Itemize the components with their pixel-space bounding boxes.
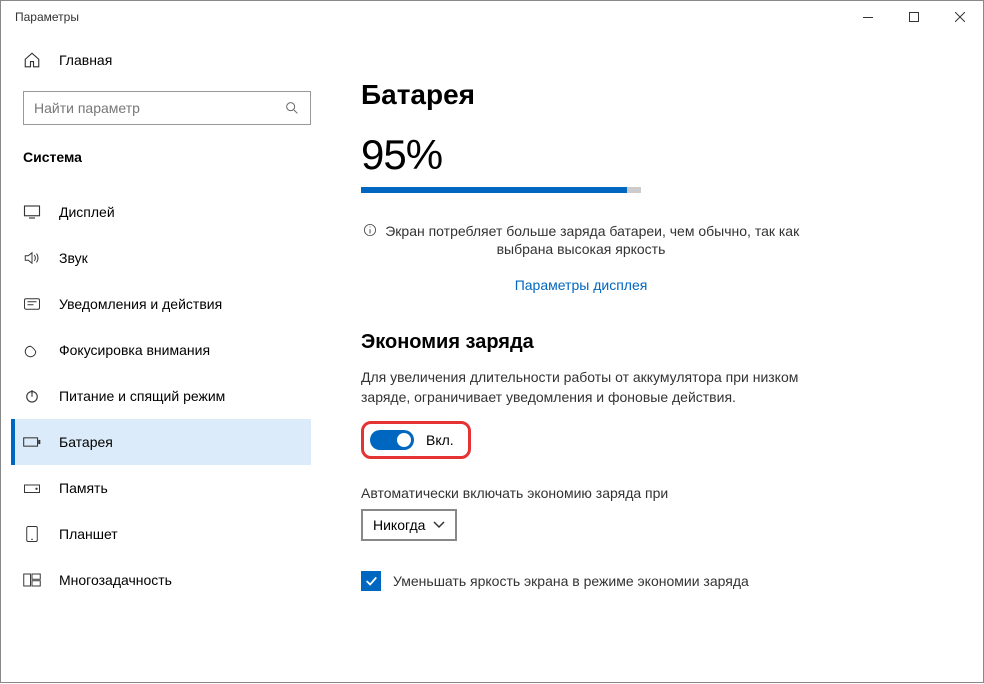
search-icon — [284, 100, 300, 116]
sidebar-item-label: Звук — [59, 250, 88, 266]
battery-saver-toggle[interactable] — [370, 430, 414, 450]
sidebar-item-battery[interactable]: Батарея — [11, 419, 311, 465]
window-controls — [845, 1, 983, 33]
sidebar-item-label: Планшет — [59, 526, 118, 542]
nav-list: Дисплей Звук Уведомления и действия Фоку… — [23, 189, 311, 603]
sidebar-item-focus[interactable]: Фокусировка внимания — [11, 327, 311, 373]
search-box[interactable] — [23, 91, 311, 125]
sidebar-item-notifications[interactable]: Уведомления и действия — [11, 281, 311, 327]
home-label: Главная — [59, 52, 112, 68]
content-pane: Батарея 95% Экран потребляет больше заря… — [321, 33, 983, 684]
battery-saver-heading: Экономия заряда — [361, 331, 943, 354]
sidebar-item-sound[interactable]: Звук — [11, 235, 311, 281]
multitask-icon — [23, 572, 41, 588]
toggle-label: Вкл. — [426, 432, 454, 448]
display-settings-link[interactable]: Параметры дисплея — [361, 277, 801, 293]
home-link[interactable]: Главная — [23, 51, 311, 69]
chevron-down-icon — [433, 521, 445, 529]
close-button[interactable] — [937, 1, 983, 33]
window-title: Параметры — [15, 10, 79, 24]
sidebar-item-power[interactable]: Питание и спящий режим — [11, 373, 311, 419]
sidebar-item-label: Питание и спящий режим — [59, 388, 225, 404]
reduce-brightness-row[interactable]: Уменьшать яркость экрана в режиме эконом… — [361, 571, 943, 591]
display-icon — [23, 204, 41, 220]
sidebar-item-label: Дисплей — [59, 204, 115, 220]
section-heading: Система — [23, 149, 311, 165]
minimize-button[interactable] — [845, 1, 891, 33]
sidebar-item-tablet[interactable]: Планшет — [11, 511, 311, 557]
sidebar-item-label: Фокусировка внимания — [59, 342, 210, 358]
battery-progress-fill — [361, 187, 627, 193]
page-title: Батарея — [361, 79, 943, 111]
sidebar-item-storage[interactable]: Память — [11, 465, 311, 511]
checkbox-label: Уменьшать яркость экрана в режиме эконом… — [393, 573, 749, 589]
sidebar-item-label: Многозадачность — [59, 572, 172, 588]
auto-enable-select[interactable]: Никогда — [361, 509, 457, 541]
battery-saver-toggle-highlight: Вкл. — [361, 421, 471, 459]
focus-icon — [23, 341, 41, 359]
battery-info: Экран потребляет больше заряда батареи, … — [361, 223, 801, 259]
sound-icon — [23, 250, 41, 266]
sidebar-item-label: Батарея — [59, 434, 113, 450]
battery-saver-desc: Для увеличения длительности работы от ак… — [361, 368, 801, 407]
battery-progress — [361, 187, 641, 193]
sidebar: Главная Система Дисплей Звук Уведомления… — [1, 33, 321, 684]
tablet-icon — [23, 525, 41, 543]
reduce-brightness-checkbox[interactable] — [361, 571, 381, 591]
sidebar-item-display[interactable]: Дисплей — [11, 189, 311, 235]
sidebar-item-label: Память — [59, 480, 108, 496]
toggle-knob — [397, 433, 411, 447]
info-text: Экран потребляет больше заряда батареи, … — [385, 223, 799, 257]
power-icon — [23, 387, 41, 405]
title-bar: Параметры — [1, 1, 983, 33]
sidebar-item-label: Уведомления и действия — [59, 296, 222, 312]
home-icon — [23, 51, 41, 69]
maximize-button[interactable] — [891, 1, 937, 33]
storage-icon — [23, 480, 41, 496]
notifications-icon — [23, 296, 41, 312]
info-icon — [363, 223, 377, 237]
battery-percent: 95% — [361, 131, 943, 179]
auto-enable-label: Автоматически включать экономию заряда п… — [361, 485, 943, 501]
battery-icon — [23, 435, 41, 449]
sidebar-item-multitask[interactable]: Многозадачность — [11, 557, 311, 603]
search-input[interactable] — [34, 100, 284, 116]
select-value: Никогда — [373, 517, 425, 533]
